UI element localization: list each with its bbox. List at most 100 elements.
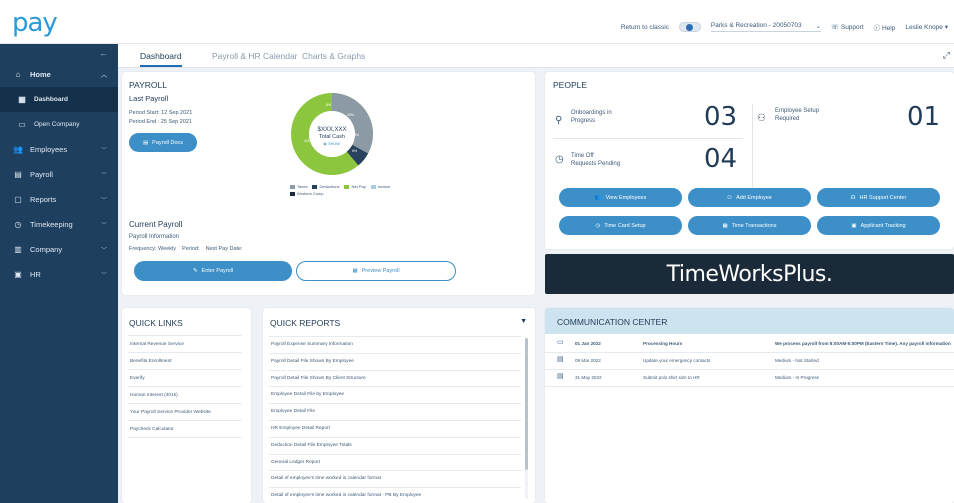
timeworks-banner[interactable]: TimeWorksPlus. — [545, 254, 954, 294]
tab-charts-graphs[interactable]: Charts & Graphs — [302, 51, 365, 61]
quick-report-item[interactable]: Employee Detail File by Employee — [269, 387, 521, 405]
legend-label: Workers Comp — [297, 191, 324, 196]
support-link[interactable]: ☏ Support — [831, 23, 864, 31]
sidebar-item-reports[interactable]: ▢ Reports ﹀ — [0, 187, 118, 212]
scrollbar-thumb[interactable] — [525, 338, 528, 470]
quick-report-item[interactable]: Payroll Expense Summary Information — [269, 337, 521, 354]
button-label: Applicant Tracking — [860, 222, 906, 229]
quick-report-item[interactable]: Employee Detail File — [269, 404, 521, 421]
payroll-docs-button[interactable]: ▤ Payroll Docs — [129, 133, 197, 152]
calendar-icon: ▦ — [722, 222, 728, 229]
sidebar-item-home[interactable]: ⌂ Home ︿ — [0, 62, 118, 87]
applicant-tracking-button[interactable]: ▣ Applicant Tracking — [817, 216, 940, 235]
legend-item-deductions: Deductions — [312, 184, 339, 189]
sidebar-item-employees[interactable]: 👥 Employees ﹀ — [0, 137, 118, 162]
slice-label: 13% — [352, 133, 359, 137]
people-card: PEOPLE ⚲ Onboardings in Progress 03 ⚇ Em… — [545, 72, 954, 249]
quick-link-item[interactable]: Your Payroll Service Provider Website — [128, 404, 242, 421]
reports-icon: ▢ — [14, 195, 22, 204]
quick-link-item[interactable]: Internal Revenue Service — [128, 336, 242, 353]
communication-row[interactable]: ▭ 01 Jan 2022 Processing Hours We proces… — [545, 336, 954, 353]
message-subject: Update your emergency contacts — [643, 358, 711, 363]
sidebar-item-company[interactable]: ▥ Company ﹀ — [0, 237, 118, 262]
slice-label: 33% — [347, 113, 354, 117]
user-menu[interactable]: Leslie Knope ▾ — [905, 23, 948, 31]
message-icon: ▭ — [557, 339, 564, 346]
communication-row[interactable]: ▤ 09 Mar 2022 Update your emergency cont… — [545, 353, 954, 370]
id-card-icon: ▣ — [14, 270, 22, 279]
time-card-setup-button[interactable]: ◷ Time Card Setup — [559, 216, 682, 235]
payroll-title: PAYROLL — [129, 80, 167, 90]
sidebar-item-timekeeping[interactable]: ◷ Timekeeping ﹀ — [0, 212, 118, 237]
quick-link-item[interactable]: Everify — [128, 370, 242, 387]
legend-label: Taxes — [297, 184, 308, 189]
quick-report-item[interactable]: Detail of employee's time worked in cale… — [269, 488, 521, 503]
message-status: Medium - In Progress — [775, 375, 819, 380]
quick-link-item[interactable]: Paycheck Calculator — [128, 421, 242, 438]
button-label: Time Transactions — [731, 222, 777, 229]
quick-report-item[interactable]: HR Employee Detail Report — [269, 421, 521, 438]
current-payroll-heading: Current Payroll — [129, 220, 183, 229]
button-label: Time Card Setup — [604, 222, 646, 229]
stat-label-line: Onboardings in — [571, 110, 612, 116]
sidebar-item-dashboard[interactable]: ▦ Dashboard — [0, 87, 118, 112]
employees-icon: 👥 — [13, 145, 23, 154]
preview-payroll-button[interactable]: ▦ Preview Payroll — [296, 261, 456, 281]
help-link[interactable]: ⓘ Help — [874, 22, 896, 32]
main-content: Dashboard Payroll & HR Calendar Charts &… — [118, 44, 954, 503]
tab-payroll-hr-calendar[interactable]: Payroll & HR Calendar — [212, 51, 298, 61]
home-icon: ⌂ — [15, 70, 21, 79]
payroll-docs-label: Payroll Docs — [152, 139, 184, 146]
legend-item-net-pay: Net Pay — [344, 184, 366, 189]
collapse-sidebar-icon[interactable]: ← — [0, 44, 118, 62]
quick-reports-list: Payroll Expense Summary Information Payr… — [269, 336, 521, 503]
time-off-label: Time Off Requests Pending — [571, 152, 620, 168]
last-payroll-heading: Last Payroll — [129, 94, 169, 103]
scrollbar[interactable] — [525, 338, 528, 498]
stat-label-line: Required — [775, 116, 800, 122]
payroll-information: Payroll Information — [129, 234, 180, 240]
legend-label: Invoice — [377, 184, 391, 189]
stat-label-line: Time Off — [571, 153, 594, 159]
enter-payroll-button[interactable]: ✎ Enter Payroll — [134, 261, 292, 281]
view-employees-button[interactable]: 👥 View Employees — [559, 188, 682, 207]
quick-report-item[interactable]: Payroll Detail File Shown By Employee — [269, 354, 521, 371]
donut-show-link[interactable]: SHOW — [328, 142, 340, 146]
sidebar-item-open-company[interactable]: ▭ Open Company — [0, 112, 118, 137]
slice-label: 41% — [304, 139, 311, 143]
support-icon: ☏ — [830, 24, 840, 31]
stat-label-line: Progress — [571, 118, 596, 124]
payroll-frequency: Frequency: Weekly Period: Next Pay Date: — [129, 246, 243, 252]
time-transactions-button[interactable]: ▦ Time Transactions — [688, 216, 811, 235]
add-employee-button[interactable]: ⚇ Add Employee — [688, 188, 811, 207]
payroll-icon: ▤ — [14, 170, 22, 179]
employee-setup-count: 01 — [907, 102, 941, 132]
donut-value: $XXX,XXX — [317, 127, 346, 133]
top-bar: pay Return to classic Parks & Recreation… — [0, 0, 954, 44]
sidebar-item-label: HR — [30, 270, 41, 279]
sidebar-item-hr[interactable]: ▣ HR ﹀ — [0, 262, 118, 287]
sidebar-item-payroll[interactable]: ▤ Payroll ﹀ — [0, 162, 118, 187]
communication-row[interactable]: ▤ 31 May 2022 Submit polo shirt size to … — [545, 370, 954, 387]
clock-icon: ◷ — [595, 222, 601, 229]
company-select[interactable]: Parks & Recreation - 20050703 ⌄ — [710, 22, 821, 32]
hr-support-center-button[interactable]: ☊ HR Support Center — [817, 188, 940, 207]
quick-report-item[interactable]: General Ledger Report — [269, 455, 521, 472]
quick-report-item[interactable]: Payroll Detail File Shown By Client Stru… — [269, 371, 521, 388]
employees-icon: 👥 — [594, 194, 602, 201]
quick-report-item[interactable]: Detail of employee's time worked in cale… — [269, 471, 521, 489]
tab-dashboard[interactable]: Dashboard — [140, 51, 182, 67]
company-select-value: Parks & Recreation - 20050703 — [710, 22, 802, 29]
quick-link-item[interactable]: Human Interest (401k) — [128, 387, 242, 404]
filter-icon[interactable]: ▼ — [520, 318, 527, 325]
briefcase-icon: ▣ — [851, 222, 857, 229]
button-label: HR Support Center — [859, 194, 907, 201]
building-icon: ▥ — [14, 245, 22, 254]
legend-item-workers-comp: Workers Comp — [290, 191, 324, 196]
quick-link-item[interactable]: Benefits Enrollment — [128, 353, 242, 370]
payroll-donut-chart: 33% 6% 13% 8% 41% $XXX,XXX Total Cash SH… — [291, 93, 373, 175]
donut-label: Total Cash — [319, 134, 345, 140]
expand-icon[interactable]: ⤢ — [943, 50, 950, 61]
quick-report-item[interactable]: Deduction Detail File Employee Totals — [269, 438, 521, 455]
return-classic-toggle[interactable] — [678, 22, 701, 32]
